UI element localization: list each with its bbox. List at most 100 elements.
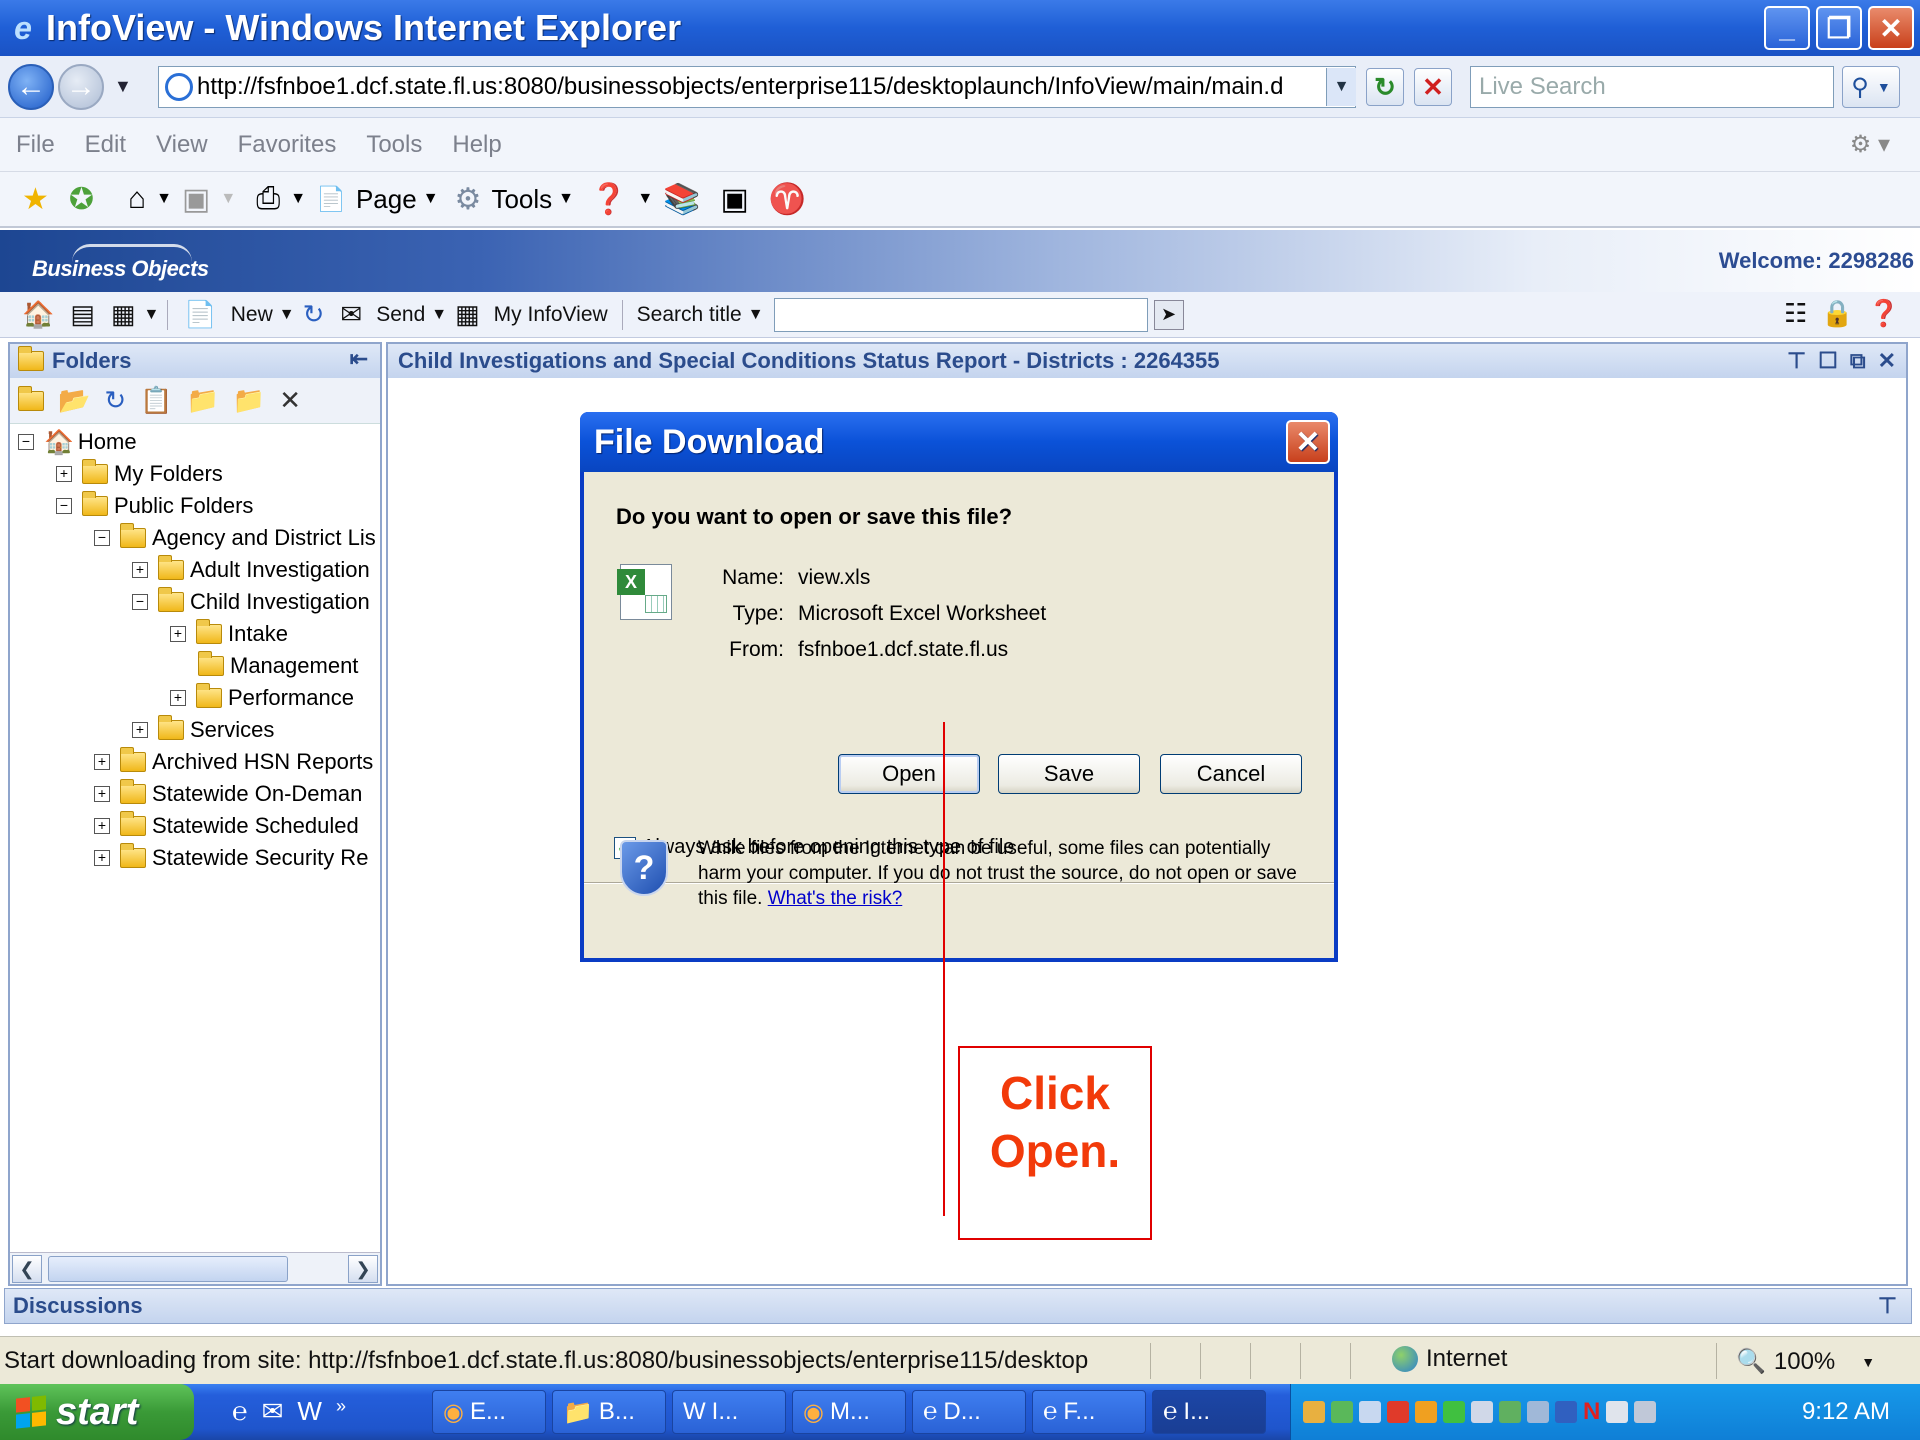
search-title-input[interactable] xyxy=(773,297,1148,332)
expand-icon[interactable]: + xyxy=(132,562,148,578)
research-icon[interactable]: 📚 xyxy=(663,182,700,217)
tree-node-child-investigation[interactable]: − Child Investigation xyxy=(132,586,370,618)
restore-panel-icon[interactable]: ⧉ xyxy=(1850,348,1866,374)
collapse-icon[interactable]: − xyxy=(94,530,110,546)
start-button[interactable]: start xyxy=(0,1384,194,1440)
tray-icon[interactable] xyxy=(1303,1401,1325,1423)
scroll-thumb[interactable] xyxy=(48,1256,288,1282)
tray-icon[interactable] xyxy=(1527,1401,1549,1423)
signal-tray-icon[interactable] xyxy=(1443,1401,1465,1423)
refresh-folders-icon[interactable]: ↻ xyxy=(104,385,126,416)
add-favorites-icon[interactable]: ✪ xyxy=(69,182,94,217)
address-dropdown-icon[interactable]: ▼ xyxy=(1326,68,1356,106)
search-go-button[interactable]: ➤ xyxy=(1153,299,1184,330)
document-list-icon[interactable]: ▤ xyxy=(70,299,95,330)
logoff-lock-icon[interactable]: 🔒 xyxy=(1821,298,1853,329)
tools-menu[interactable]: Tools xyxy=(491,184,552,215)
expand-discussions-icon[interactable]: ⊤ xyxy=(1878,1293,1897,1319)
view-icon[interactable]: ▦ xyxy=(111,299,136,330)
maximize-panel-icon[interactable]: ☐ xyxy=(1818,348,1838,374)
taskbar-item[interactable]: 📁 B... xyxy=(552,1390,666,1434)
collapse-icon[interactable]: − xyxy=(132,594,148,610)
expand-icon[interactable]: + xyxy=(94,850,110,866)
expand-icon[interactable]: + xyxy=(94,818,110,834)
tree-node-statewide-scheduled[interactable]: + Statewide Scheduled xyxy=(94,810,359,842)
view-dropdown-icon[interactable]: ▼ xyxy=(144,306,160,324)
history-dropdown-icon[interactable]: ▼ xyxy=(114,76,132,97)
minimize-button[interactable]: _ xyxy=(1764,6,1810,50)
tray-icon[interactable] xyxy=(1415,1401,1437,1423)
scroll-left-button[interactable]: ❮ xyxy=(12,1255,42,1283)
preferences-icon[interactable]: ☷ xyxy=(1784,298,1807,329)
send-dropdown-icon[interactable]: ▼ xyxy=(431,306,447,324)
tree-node-intake[interactable]: + Intake xyxy=(170,618,288,650)
expand-icon[interactable]: + xyxy=(132,722,148,738)
scroll-right-button[interactable]: ❯ xyxy=(348,1255,378,1283)
tree-node-services[interactable]: + Services xyxy=(132,714,274,746)
print-dropdown-icon[interactable]: ▼ xyxy=(290,190,306,208)
help-icon[interactable]: ❓ xyxy=(590,182,627,217)
address-bar[interactable]: http://fsfnboe1.dcf.state.fl.us:8080/bus… xyxy=(158,66,1356,108)
menu-view[interactable]: View xyxy=(156,131,208,159)
cancel-button[interactable]: Cancel xyxy=(1160,754,1302,794)
feeds-icon[interactable]: ▣ xyxy=(182,182,210,217)
clock[interactable]: 9:12 AM xyxy=(1802,1398,1890,1426)
menu-tools[interactable]: Tools xyxy=(366,131,422,159)
messenger-icon[interactable]: ▣ xyxy=(721,182,749,217)
refresh-button[interactable]: ↻ xyxy=(1366,68,1404,106)
home-nav-icon[interactable]: 🏠 xyxy=(22,299,54,330)
maximize-button[interactable]: ❐ xyxy=(1816,6,1862,50)
save-button[interactable]: Save xyxy=(998,754,1140,794)
quicklaunch-more-icon[interactable]: » xyxy=(336,1396,346,1427)
live-search-input[interactable]: Live Search xyxy=(1470,66,1834,108)
refresh-list-icon[interactable]: ↻ xyxy=(303,299,325,330)
help-dropdown-icon[interactable]: ▼ xyxy=(637,190,653,208)
bluetooth-icon[interactable]: ♈ xyxy=(769,182,806,217)
menu-file[interactable]: File xyxy=(16,131,55,159)
organize-icon[interactable]: 📂 xyxy=(58,385,90,416)
collapse-icon[interactable]: − xyxy=(18,434,34,450)
expand-icon[interactable]: + xyxy=(94,786,110,802)
infoview-help-icon[interactable]: ❓ xyxy=(1868,298,1900,329)
feeds-dropdown-icon[interactable]: ▼ xyxy=(220,190,236,208)
page-dropdown-icon[interactable]: ▼ xyxy=(423,190,439,208)
tree-node-agency-district[interactable]: − Agency and District Lis xyxy=(94,522,376,554)
word-quicklaunch-icon[interactable]: W xyxy=(297,1396,322,1427)
new-button[interactable]: New xyxy=(231,303,273,327)
expand-icon[interactable]: + xyxy=(94,754,110,770)
delete-icon[interactable]: ✕ xyxy=(279,385,301,416)
print-icon[interactable]: ⎙ xyxy=(256,182,280,216)
whats-the-risk-link[interactable]: What's the risk? xyxy=(768,888,903,909)
open-button[interactable]: Open xyxy=(838,754,980,794)
menu-favorites[interactable]: Favorites xyxy=(238,131,337,159)
send-button[interactable]: Send xyxy=(376,303,425,327)
search-title-dropdown-icon[interactable]: ▼ xyxy=(748,306,764,324)
ie-quicklaunch-icon[interactable]: ℮ xyxy=(232,1396,248,1427)
tree-node-my-folders[interactable]: + My Folders xyxy=(56,458,223,490)
tree-node-management[interactable]: Management xyxy=(198,650,358,682)
email-quicklaunch-icon[interactable]: ✉ xyxy=(262,1396,284,1427)
pin-icon[interactable]: ⊤ xyxy=(1787,348,1806,374)
page-menu[interactable]: Page xyxy=(356,184,417,215)
network-tray-icon[interactable] xyxy=(1359,1401,1381,1423)
new-folder-icon[interactable] xyxy=(18,385,44,411)
tree-node-statewide-security[interactable]: + Statewide Security Re xyxy=(94,842,368,874)
new-dropdown-icon[interactable]: ▼ xyxy=(279,306,295,324)
copy-folder-icon[interactable]: 📁 xyxy=(233,385,265,416)
zoom-dropdown-icon[interactable]: ▼ xyxy=(1861,1354,1875,1370)
tray-icon[interactable] xyxy=(1331,1401,1353,1423)
search-title-dropdown[interactable]: Search title xyxy=(637,303,742,327)
expand-icon[interactable]: + xyxy=(170,626,186,642)
security-zone[interactable]: Internet xyxy=(1392,1345,1507,1373)
dialog-title-bar[interactable]: File Download ✕ xyxy=(580,412,1338,472)
tree-node-adult-investigation[interactable]: + Adult Investigation xyxy=(132,554,370,586)
move-folder-icon[interactable]: 📁 xyxy=(187,385,219,416)
close-window-button[interactable]: ✕ xyxy=(1868,6,1914,50)
tray-icon[interactable] xyxy=(1499,1401,1521,1423)
back-button[interactable]: ← xyxy=(8,64,54,110)
display-tray-icon[interactable] xyxy=(1634,1401,1657,1423)
taskbar-item[interactable]: ℮ F... xyxy=(1032,1390,1146,1434)
tree-node-archived-hsn[interactable]: + Archived HSN Reports xyxy=(94,746,373,778)
menu-edit[interactable]: Edit xyxy=(85,131,126,159)
stop-button[interactable]: ✕ xyxy=(1414,68,1452,106)
